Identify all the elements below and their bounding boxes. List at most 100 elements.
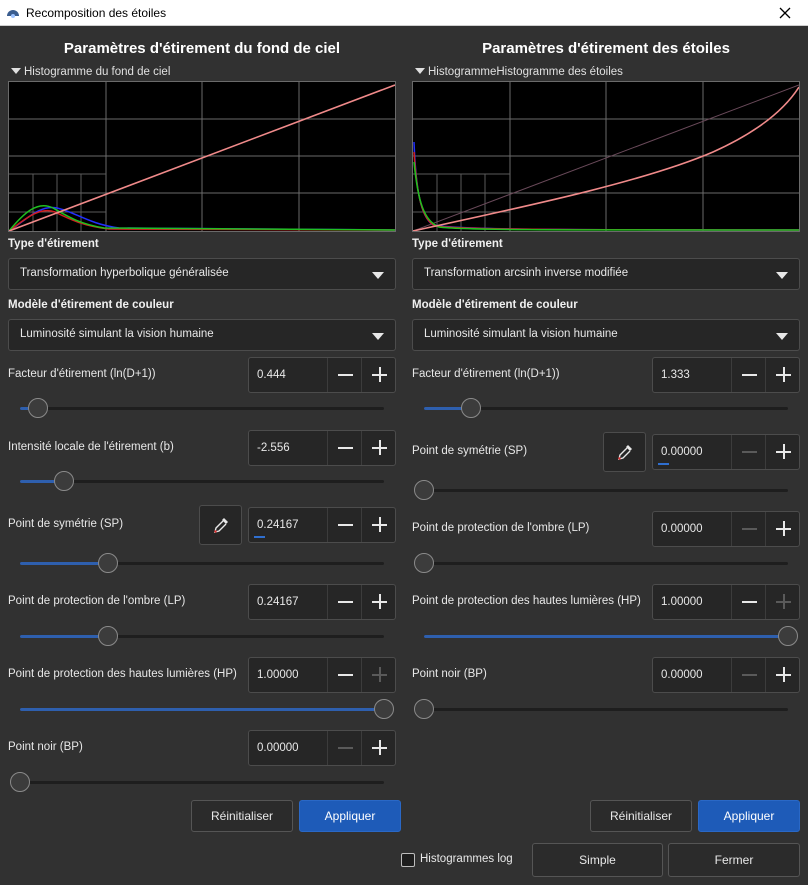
slider-handle[interactable] bbox=[414, 699, 434, 719]
slider-handle[interactable] bbox=[374, 699, 394, 719]
minus-icon[interactable] bbox=[731, 585, 766, 619]
right-color-model-select[interactable]: Luminosité simulant la vision humaine bbox=[412, 319, 800, 351]
plus-icon[interactable] bbox=[361, 731, 396, 765]
right-stretch-factor-slider[interactable] bbox=[424, 398, 788, 418]
triangle-down-icon bbox=[11, 68, 21, 74]
eyedropper-icon bbox=[618, 445, 632, 460]
left-shadow-protection-value[interactable]: 0.24167 bbox=[257, 596, 299, 608]
right-symmetry-point-value[interactable]: 0.00000 bbox=[661, 446, 703, 458]
right-stretch-factor-value[interactable]: 1.333 bbox=[661, 369, 690, 381]
left-histogram-toggle[interactable]: Histogramme du fond de ciel bbox=[11, 66, 170, 78]
log-histograms-label[interactable]: Histogrammes log bbox=[420, 853, 513, 865]
plus-icon[interactable] bbox=[361, 508, 396, 542]
left-color-model-value: Luminosité simulant la vision humaine bbox=[20, 328, 214, 340]
right-black-point-slider[interactable] bbox=[414, 699, 788, 719]
left-highlight-protection-spinbox[interactable]: 1.00000 bbox=[248, 657, 396, 693]
right-black-point-label: Point noir (BP) bbox=[412, 668, 487, 680]
left-black-point-spinbox[interactable]: 0.00000 bbox=[248, 730, 396, 766]
right-shadow-protection-slider[interactable] bbox=[414, 553, 788, 573]
minus-icon[interactable] bbox=[731, 358, 766, 392]
slider-handle[interactable] bbox=[53, 471, 74, 491]
left-symmetry-point-slider[interactable] bbox=[20, 553, 384, 573]
left-stretch-factor-label: Facteur d'étirement (ln(D+1)) bbox=[8, 368, 156, 380]
left-stretch-factor-value[interactable]: 0.444 bbox=[257, 369, 286, 381]
right-black-point-value[interactable]: 0.00000 bbox=[661, 669, 703, 681]
right-stretch-type-select[interactable]: Transformation arcsinh inverse modifiée bbox=[412, 258, 800, 290]
slider-handle[interactable] bbox=[97, 626, 118, 646]
right-highlight-protection-slider[interactable] bbox=[424, 626, 798, 646]
left-shadow-protection-slider[interactable] bbox=[20, 626, 384, 646]
slider-handle[interactable] bbox=[778, 626, 798, 646]
left-highlight-protection-value[interactable]: 1.00000 bbox=[257, 669, 299, 681]
plus-icon[interactable] bbox=[765, 658, 800, 692]
right-reset-button[interactable]: Réinitialiser bbox=[590, 800, 692, 832]
minus-icon[interactable] bbox=[327, 585, 362, 619]
right-stretch-type-label: Type d'étirement bbox=[412, 238, 503, 250]
slider-handle[interactable] bbox=[28, 398, 49, 418]
plus-icon[interactable] bbox=[361, 585, 396, 619]
left-apply-button[interactable]: Appliquer bbox=[299, 800, 401, 832]
minus-icon[interactable] bbox=[327, 358, 362, 392]
left-shadow-protection-spinbox[interactable]: 0.24167 bbox=[248, 584, 396, 620]
left-histogram bbox=[8, 81, 396, 232]
plus-icon bbox=[361, 658, 396, 692]
left-black-point-value[interactable]: 0.00000 bbox=[257, 742, 299, 754]
slider-handle[interactable] bbox=[414, 480, 434, 500]
close-icon[interactable] bbox=[762, 0, 808, 26]
right-black-point-spinbox[interactable]: 0.00000 bbox=[652, 657, 800, 693]
left-local-intensity-label: Intensité locale de l'étirement (b) bbox=[8, 441, 174, 453]
right-shadow-protection-spinbox[interactable]: 0.00000 bbox=[652, 511, 800, 547]
left-local-intensity-value[interactable]: -2.556 bbox=[257, 442, 290, 454]
slider-handle[interactable] bbox=[414, 553, 434, 573]
minus-icon[interactable] bbox=[327, 431, 362, 465]
left-color-model-select[interactable]: Luminosité simulant la vision humaine bbox=[8, 319, 396, 351]
right-stretch-type-value: Transformation arcsinh inverse modifiée bbox=[424, 267, 629, 279]
plus-icon[interactable] bbox=[361, 358, 396, 392]
left-local-intensity-slider[interactable] bbox=[20, 471, 384, 491]
slider-handle[interactable] bbox=[10, 772, 30, 792]
left-highlight-protection-slider[interactable] bbox=[20, 699, 394, 719]
right-panel-title: Paramètres d'étirement des étoiles bbox=[482, 40, 730, 57]
left-symmetry-picker-button[interactable] bbox=[199, 505, 242, 545]
left-stretch-factor-spinbox[interactable]: 0.444 bbox=[248, 357, 396, 393]
right-histogram-toggle[interactable]: HistogrammeHistogramme des étoiles bbox=[415, 66, 623, 78]
right-stretch-factor-label: Facteur d'étirement (ln(D+1)) bbox=[412, 368, 560, 380]
right-symmetry-point-spinbox[interactable]: 0.00000 bbox=[652, 434, 800, 470]
right-stretch-factor-spinbox[interactable]: 1.333 bbox=[652, 357, 800, 393]
left-local-intensity-spinbox[interactable]: -2.556 bbox=[248, 430, 396, 466]
minus-icon bbox=[731, 512, 766, 546]
plus-icon[interactable] bbox=[361, 431, 396, 465]
left-symmetry-point-value[interactable]: 0.24167 bbox=[257, 519, 299, 531]
minus-icon bbox=[731, 658, 766, 692]
close-button[interactable]: Fermer bbox=[668, 843, 800, 877]
left-highlight-protection-label: Point de protection des hautes lumières … bbox=[8, 668, 237, 680]
simple-button[interactable]: Simple bbox=[532, 843, 663, 877]
minus-icon[interactable] bbox=[327, 508, 362, 542]
plus-icon[interactable] bbox=[765, 435, 800, 469]
left-black-point-slider[interactable] bbox=[10, 772, 384, 792]
minus-icon[interactable] bbox=[327, 658, 362, 692]
left-symmetry-point-spinbox[interactable]: 0.24167 bbox=[248, 507, 396, 543]
minus-icon bbox=[731, 435, 766, 469]
right-histogram bbox=[412, 81, 800, 232]
left-reset-button[interactable]: Réinitialiser bbox=[191, 800, 293, 832]
right-apply-button[interactable]: Appliquer bbox=[698, 800, 800, 832]
minus-icon bbox=[327, 731, 362, 765]
slider-handle[interactable] bbox=[97, 553, 118, 573]
right-symmetry-point-slider[interactable] bbox=[414, 480, 788, 500]
left-stretch-factor-slider[interactable] bbox=[20, 398, 384, 418]
right-symmetry-picker-button[interactable] bbox=[603, 432, 646, 472]
right-color-model-label: Modèle d'étirement de couleur bbox=[412, 299, 578, 311]
log-histograms-checkbox[interactable] bbox=[401, 853, 415, 867]
right-shadow-protection-value[interactable]: 0.00000 bbox=[661, 523, 703, 535]
left-stretch-type-label: Type d'étirement bbox=[8, 238, 99, 250]
right-highlight-protection-spinbox[interactable]: 1.00000 bbox=[652, 584, 800, 620]
plus-icon[interactable] bbox=[765, 512, 800, 546]
left-stretch-type-select[interactable]: Transformation hyperbolique généralisée bbox=[8, 258, 396, 290]
slider-handle[interactable] bbox=[461, 398, 482, 418]
plus-icon[interactable] bbox=[765, 358, 800, 392]
chevron-down-icon bbox=[776, 272, 788, 279]
right-highlight-protection-value[interactable]: 1.00000 bbox=[661, 596, 703, 608]
left-black-point-label: Point noir (BP) bbox=[8, 741, 83, 753]
chevron-down-icon bbox=[776, 333, 788, 340]
